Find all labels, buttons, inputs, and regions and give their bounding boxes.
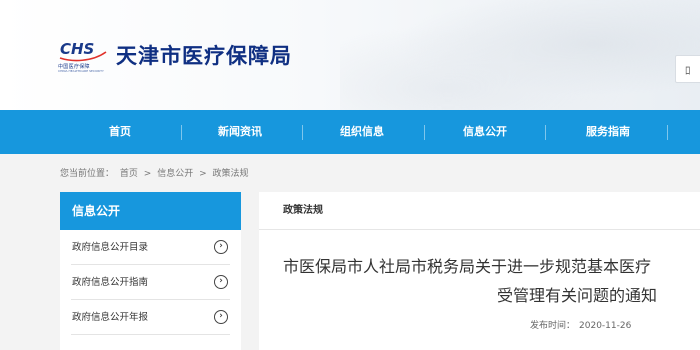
article-title: 市医保局市人社局市税务局关于进一步规范基本医疗 受管理有关问题的通知 [283,252,700,310]
chs-logo-icon[interactable]: CHS [58,38,108,64]
breadcrumb-separator: > [199,169,207,179]
sidebar-item-label: 政府信息公开目录 [72,242,149,253]
sidebar-item-guide[interactable]: 政府信息公开指南 › [71,265,230,300]
sidebar-title: 信息公开 [60,192,241,230]
nav-item-service-guide[interactable]: 服务指南 [573,110,643,154]
chevron-right-circle-icon: › [214,310,228,324]
breadcrumb-home[interactable]: 首页 [120,169,138,179]
sidebar-item-label: 政府信息公开指南 [72,277,149,288]
section-title: 政策法规 [259,192,700,230]
sidebar-item-catalog[interactable]: 政府信息公开目录 › [71,230,230,265]
breadcrumb-info-public[interactable]: 信息公开 [157,169,193,179]
publish-info: 发布时间： 2020-11-26 [530,318,631,331]
nav-divider [302,125,303,140]
publish-label: 发布时间： [530,321,576,331]
nav-divider [181,125,182,140]
logo-caption-en: CHINA HEALTHCARE SECURITY [58,69,104,73]
sidebar: 信息公开 政府信息公开目录 › 政府信息公开指南 › 政府信息公开年报 › [60,192,241,350]
sidebar-item-label: 政府信息公开年报 [72,312,149,323]
chevron-right-circle-icon: › [214,240,228,254]
nav-item-home[interactable]: 首页 [95,110,145,154]
publish-date: 2020-11-26 [579,321,632,331]
site-header: CHS 中国医疗保障 CHINA HEALTHCARE SECURITY 天津市… [0,0,700,110]
main-nav: 首页 新闻资讯 组织信息 信息公开 服务指南 [0,110,700,154]
breadcrumb-separator: > [143,169,152,179]
nav-divider [545,125,546,140]
chevron-right-circle-icon: › [214,275,228,289]
search-icon: ﾛ [685,64,691,77]
article-title-line1: 市医保局市人社局市税务局关于进一步规范基本医疗 [283,257,652,276]
nav-item-news[interactable]: 新闻资讯 [205,110,275,154]
search-input[interactable]: ﾛ [675,55,700,83]
nav-item-info-public[interactable]: 信息公开 [450,110,520,154]
breadcrumb-policy[interactable]: 政策法规 [213,169,249,179]
breadcrumb-prefix: 您当前位置： [60,169,115,179]
breadcrumb: 您当前位置： 首页 > 信息公开 > 政策法规 [60,166,252,179]
nav-divider [424,125,425,140]
nav-divider [667,125,668,140]
header-decoration [340,0,700,110]
svg-text:CHS: CHS [60,40,94,58]
article-title-line2: 受管理有关问题的通知 [497,286,658,305]
nav-item-organization[interactable]: 组织信息 [327,110,397,154]
content-panel: 政策法规 市医保局市人社局市税务局关于进一步规范基本医疗 受管理有关问题的通知 … [259,192,700,350]
site-name[interactable]: 天津市医疗保障局 [116,40,292,70]
sidebar-item-annual-report[interactable]: 政府信息公开年报 › [71,300,230,335]
